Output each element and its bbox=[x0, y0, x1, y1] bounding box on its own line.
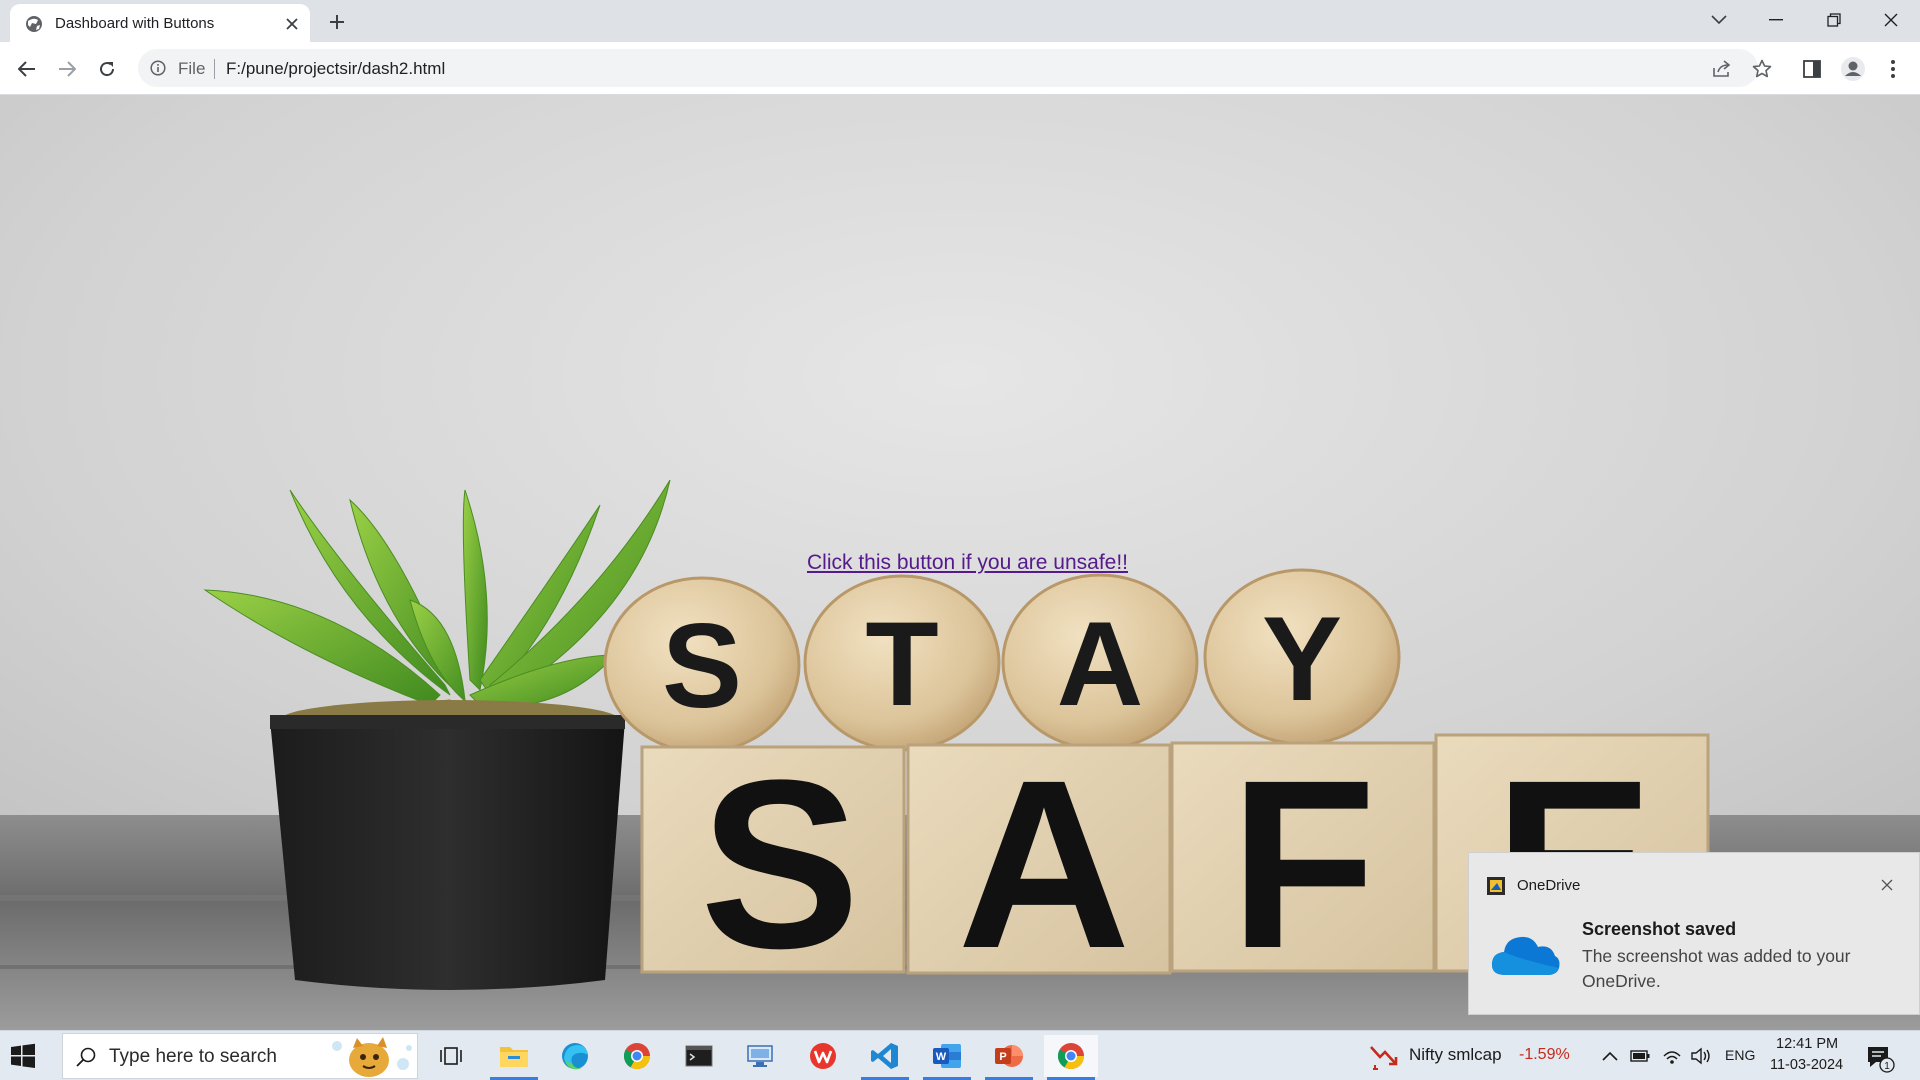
battery-icon[interactable] bbox=[1628, 1044, 1652, 1068]
chrome-icon[interactable] bbox=[610, 1035, 664, 1077]
clock-time[interactable]: 12:41 PM bbox=[1776, 1036, 1838, 1052]
tab-title: Dashboard with Buttons bbox=[55, 15, 215, 32]
onedrive-app-icon bbox=[1487, 877, 1505, 895]
search-icon bbox=[76, 1047, 96, 1067]
clock-date[interactable]: 11-03-2024 bbox=[1770, 1057, 1843, 1073]
input-language[interactable]: ENG bbox=[1725, 1047, 1755, 1063]
onedrive-notification-toast[interactable]: OneDrive Screenshot saved The screenshot… bbox=[1468, 852, 1920, 1015]
browser-tab[interactable]: Dashboard with Buttons bbox=[10, 4, 310, 42]
terminal-icon[interactable] bbox=[672, 1035, 726, 1077]
stock-widget-change: -1.59% bbox=[1519, 1046, 1570, 1063]
chrome-active-window-icon[interactable] bbox=[1044, 1035, 1098, 1080]
task-view-icon[interactable] bbox=[424, 1035, 478, 1077]
picture-letter: A bbox=[1057, 597, 1144, 731]
powerpoint-icon[interactable]: P bbox=[982, 1035, 1036, 1080]
browser-tab-strip: Dashboard with Buttons bbox=[0, 0, 1920, 42]
edge-browser-icon[interactable] bbox=[548, 1035, 602, 1077]
restore-icon[interactable] bbox=[1818, 6, 1850, 34]
profile-avatar-icon[interactable] bbox=[1838, 54, 1868, 84]
url-text[interactable]: F:/pune/projectsir/dash2.html bbox=[226, 59, 445, 79]
chevron-up-icon[interactable] bbox=[1598, 1044, 1622, 1068]
close-tab-icon[interactable] bbox=[282, 14, 302, 34]
new-tab-icon[interactable] bbox=[325, 10, 349, 34]
wifi-icon[interactable] bbox=[1660, 1044, 1684, 1068]
share-icon[interactable] bbox=[1711, 58, 1733, 80]
volume-icon[interactable] bbox=[1689, 1044, 1713, 1068]
picture-letter: S bbox=[662, 599, 742, 733]
close-window-icon[interactable] bbox=[1875, 6, 1907, 34]
info-icon[interactable] bbox=[150, 60, 166, 76]
bookmark-star-icon[interactable] bbox=[1751, 58, 1773, 80]
svg-text:W: W bbox=[936, 1051, 947, 1063]
side-panel-icon[interactable] bbox=[1797, 54, 1827, 84]
picture-letter: F bbox=[1230, 730, 1377, 998]
picture-letter: A bbox=[957, 730, 1130, 998]
back-arrow-icon[interactable] bbox=[13, 55, 41, 83]
forward-arrow-icon[interactable] bbox=[53, 55, 81, 83]
stock-widget-name[interactable]: Nifty smlcap bbox=[1409, 1045, 1502, 1065]
unsafe-help-link[interactable]: Click this button if you are unsafe!! bbox=[807, 551, 1128, 575]
search-placeholder: Type here to search bbox=[109, 1046, 277, 1067]
close-icon[interactable] bbox=[1877, 875, 1897, 895]
toast-body: The screenshot was added to your OneDriv… bbox=[1582, 946, 1851, 991]
svg-text:P: P bbox=[999, 1051, 1006, 1063]
vscode-icon[interactable] bbox=[858, 1035, 912, 1080]
toast-app-name: OneDrive bbox=[1517, 877, 1581, 894]
notification-center-icon[interactable]: 1 bbox=[1865, 1043, 1895, 1073]
word-icon[interactable]: W bbox=[920, 1035, 974, 1080]
globe-icon bbox=[26, 16, 42, 32]
url-separator bbox=[214, 59, 215, 79]
taskbar-search-box[interactable]: Type here to search bbox=[62, 1033, 418, 1079]
reload-icon[interactable] bbox=[93, 55, 121, 83]
picture-letter: T bbox=[865, 597, 938, 731]
search-highlight-mascot-icon bbox=[332, 1037, 412, 1077]
windows-taskbar: Type here to search W P Nifty smlcap -1.… bbox=[0, 1030, 1920, 1080]
address-bar[interactable]: File F:/pune/projectsir/dash2.html bbox=[138, 49, 1772, 87]
onedrive-cloud-icon bbox=[1491, 936, 1560, 975]
wps-office-icon[interactable] bbox=[796, 1035, 850, 1077]
picture-letter: Y bbox=[1262, 592, 1342, 726]
stock-trend-down-icon[interactable] bbox=[1369, 1041, 1399, 1071]
notification-count: 1 bbox=[1884, 1061, 1890, 1072]
toast-title: Screenshot saved bbox=[1582, 919, 1737, 939]
minimize-icon[interactable] bbox=[1760, 6, 1792, 34]
browser-toolbar: File F:/pune/projectsir/dash2.html bbox=[0, 42, 1920, 95]
remote-desktop-icon[interactable] bbox=[733, 1035, 787, 1077]
tab-search-chevron-icon[interactable] bbox=[1703, 6, 1735, 34]
picture-letter: S bbox=[700, 730, 860, 998]
url-scheme-label: File bbox=[178, 59, 206, 78]
file-explorer-icon[interactable] bbox=[487, 1035, 541, 1080]
kebab-menu-icon[interactable] bbox=[1878, 54, 1908, 84]
windows-start-icon[interactable] bbox=[10, 1043, 36, 1069]
